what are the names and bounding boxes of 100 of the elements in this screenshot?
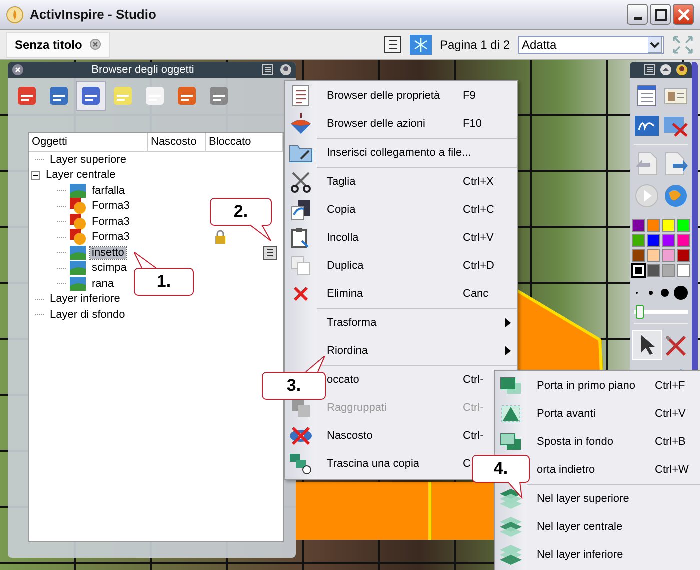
- color-swatch[interactable]: [647, 249, 660, 262]
- document-list-icon[interactable]: [263, 246, 277, 260]
- column-header[interactable]: Nascosto: [148, 133, 206, 151]
- next-page-icon[interactable]: [662, 151, 688, 177]
- close-icon[interactable]: [90, 39, 102, 50]
- menu-item[interactable]: Browser delle proprietà F9: [317, 82, 517, 110]
- layers-icon: [499, 544, 523, 566]
- color-swatch[interactable]: [632, 249, 645, 262]
- tree-item[interactable]: farfalla: [90, 184, 128, 197]
- pen-signature-icon[interactable]: [634, 114, 660, 138]
- color-swatch[interactable]: [662, 219, 675, 232]
- menu-item[interactable]: Trasforma: [317, 309, 517, 337]
- previous-page-icon[interactable]: [634, 151, 660, 177]
- menu-item[interactable]: Sposta in fondo Ctrl+B: [527, 428, 700, 456]
- document-list-icon[interactable]: [384, 36, 402, 54]
- hidden-eye-icon: [289, 426, 313, 446]
- folder-link-icon: [289, 143, 313, 163]
- group-icon: [290, 397, 312, 419]
- document-list-icon: [291, 85, 311, 107]
- menu-item[interactable]: Porta avanti Ctrl+V: [527, 400, 700, 428]
- color-swatch[interactable]: [632, 234, 645, 247]
- pyramid-icon: [500, 404, 522, 424]
- menu-item[interactable]: Nel layer centrale: [527, 513, 700, 541]
- collapse-icon[interactable]: [31, 170, 40, 180]
- tree-item[interactable]: Forma3: [90, 216, 132, 228]
- app-logo-icon: [6, 6, 24, 24]
- snowflake-icon[interactable]: [410, 34, 432, 54]
- callout-tooltip: 4.: [472, 455, 530, 499]
- submenu-arrow-icon: [505, 318, 511, 328]
- minimize-button[interactable]: [627, 4, 648, 25]
- tile-icon: [79, 84, 103, 108]
- color-swatch[interactable]: [662, 234, 675, 247]
- menu-item[interactable]: Elimina Canc: [317, 280, 517, 308]
- slider-thumb[interactable]: [636, 305, 644, 319]
- zoom-dropdown[interactable]: Adatta: [518, 36, 664, 54]
- column-header[interactable]: Bloccato: [206, 133, 283, 151]
- screen-tools-icon[interactable]: [662, 114, 688, 138]
- pen-size-dots-icon[interactable]: [633, 285, 689, 301]
- layers-icon: [499, 516, 523, 538]
- maximize-button[interactable]: [650, 4, 671, 25]
- layer-item[interactable]: Layer di sfondo: [48, 308, 128, 321]
- color-swatch[interactable]: [647, 219, 660, 232]
- spinning-top-icon: [290, 113, 312, 135]
- tree-item[interactable]: Forma3: [90, 200, 132, 212]
- fullscreen-icon[interactable]: [672, 34, 694, 54]
- window-list-icon[interactable]: [634, 84, 658, 108]
- stacked-squares-icon: [499, 432, 523, 452]
- pin-icon[interactable]: [280, 64, 292, 76]
- menu-item[interactable]: Inserisci collegamento a file...: [317, 139, 517, 167]
- color-swatch[interactable]: [632, 264, 645, 277]
- tree-item[interactable]: insetto: [90, 246, 126, 259]
- tree-item[interactable]: rana: [90, 278, 116, 290]
- select-tool-button[interactable]: [632, 330, 662, 360]
- copy-icon: [290, 199, 312, 221]
- document-tab[interactable]: Senza titolo: [6, 32, 110, 58]
- window-title: ActivInspire - Studio: [30, 7, 156, 22]
- menu-item[interactable]: Taglia Ctrl+X: [317, 168, 517, 196]
- pin-icon[interactable]: [676, 64, 688, 76]
- close-button[interactable]: [673, 4, 694, 25]
- shape-icon: [70, 198, 86, 214]
- dropdown-arrow-icon[interactable]: [648, 36, 662, 52]
- layer-item[interactable]: Layer centrale: [44, 169, 118, 182]
- menu-item[interactable]: Nel layer superiore: [527, 485, 700, 513]
- layer-item[interactable]: Layer inferiore: [48, 293, 122, 306]
- padlock-icon[interactable]: [215, 230, 226, 244]
- color-swatch[interactable]: [647, 234, 660, 247]
- menu-item[interactable]: orta indietro Ctrl+W: [527, 456, 700, 484]
- collapse-icon[interactable]: [660, 64, 672, 76]
- shape-icon: [70, 214, 86, 230]
- color-swatch[interactable]: [677, 264, 690, 277]
- image-icon: [70, 276, 86, 291]
- layer-item[interactable]: Layer superiore: [48, 154, 128, 166]
- menu-item[interactable]: Copia Ctrl+C: [317, 196, 517, 224]
- tile-icon: [143, 84, 167, 108]
- color-swatch[interactable]: [677, 219, 690, 232]
- browser-view-button[interactable]: [76, 81, 106, 111]
- menu-item[interactable]: Duplica Ctrl+D: [317, 252, 517, 280]
- color-swatch[interactable]: [677, 234, 690, 247]
- minimize-icon: [634, 17, 642, 20]
- color-swatch[interactable]: [677, 249, 690, 262]
- tree-item[interactable]: Forma3: [90, 231, 132, 244]
- column-header[interactable]: Oggetti: [29, 133, 148, 151]
- callout-tooltip: 2.: [210, 198, 272, 242]
- color-swatch[interactable]: [632, 219, 645, 232]
- menu-item[interactable]: Porta in primo piano Ctrl+F: [527, 372, 700, 400]
- color-swatch[interactable]: [647, 264, 660, 277]
- arrow-pointer-icon: [638, 334, 656, 356]
- menu-item[interactable]: Nel layer inferiore: [527, 541, 700, 569]
- globe-icon[interactable]: [662, 183, 688, 209]
- color-swatch[interactable]: [662, 264, 675, 277]
- menu-item[interactable]: Browser delle azioni F10: [317, 110, 517, 138]
- menu-item[interactable]: Incolla Ctrl+V: [317, 224, 517, 252]
- close-icon[interactable]: [12, 64, 24, 76]
- maximize-icon: [654, 8, 666, 20]
- play-icon[interactable]: [634, 183, 660, 209]
- color-swatch[interactable]: [662, 249, 675, 262]
- scissors-icon: [290, 171, 312, 193]
- tile-icon: [175, 84, 199, 108]
- tools-icon[interactable]: [663, 333, 689, 357]
- tree-item[interactable]: scimpa: [90, 262, 129, 274]
